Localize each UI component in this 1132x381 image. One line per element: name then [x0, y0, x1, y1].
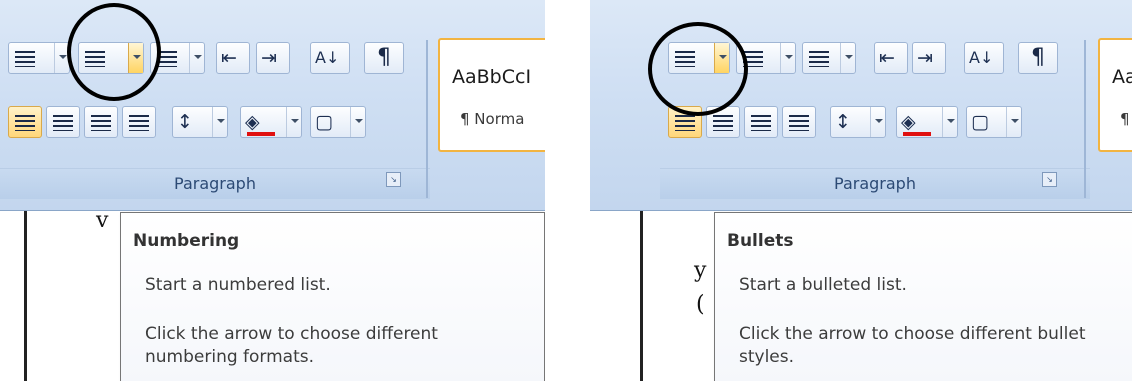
chevron-down-icon — [1011, 119, 1019, 123]
borders-button[interactable]: ▢ — [310, 106, 366, 138]
style-name: ¶ — [1120, 110, 1130, 128]
bullets-tooltip: Bullets Start a bulleted list. Click the… — [714, 212, 1132, 381]
left-screenshot: ⇤ ⇥ A↓ ¶ ↕ ◈ ▢ Paragraph ↘ AaBbCcI ¶ Nor… — [0, 0, 545, 381]
align-right-icon — [751, 115, 771, 131]
borders-button[interactable]: ▢ — [966, 106, 1022, 138]
chevron-down-icon — [59, 55, 67, 59]
increase-indent-button[interactable]: ⇥ — [256, 42, 290, 74]
decrease-indent-button[interactable]: ⇤ — [874, 42, 908, 74]
align-center-button[interactable] — [46, 106, 80, 138]
tooltip-detail: Click the arrow to choose different bull… — [739, 324, 1086, 367]
shading-icon: ◈ — [245, 111, 260, 133]
tooltip-title: Numbering — [133, 231, 240, 251]
highlight-circle — [67, 3, 161, 101]
dialog-launcher-icon[interactable]: ↘ — [1042, 172, 1057, 187]
style-name: ¶ Norma — [460, 110, 525, 128]
shading-button[interactable]: ◈ — [896, 106, 958, 138]
increase-indent-button[interactable]: ⇥ — [912, 42, 946, 74]
sort-button[interactable]: A↓ — [964, 42, 1004, 74]
tooltip-detail: Click the arrow to choose different numb… — [145, 324, 438, 367]
tooltip-title: Bullets — [727, 231, 794, 251]
line-spacing-button[interactable]: ↕ — [172, 106, 228, 138]
pilcrow-icon: ¶ — [377, 45, 391, 70]
align-left-icon — [15, 115, 35, 131]
justify-icon — [129, 115, 149, 131]
decrease-indent-icon: ⇤ — [879, 47, 895, 69]
align-left-icon — [675, 115, 695, 131]
line-spacing-icon: ↕ — [177, 111, 193, 133]
multilevel-list-button[interactable] — [802, 42, 856, 74]
align-left-button[interactable] — [8, 106, 42, 138]
decrease-indent-button[interactable]: ⇤ — [216, 42, 250, 74]
group-label-paragraph: Paragraph — [0, 168, 430, 199]
border-icon: ▢ — [971, 111, 989, 133]
bullets-button[interactable] — [8, 42, 70, 74]
group-divider — [426, 40, 428, 198]
chevron-down-icon — [194, 55, 202, 59]
tooltip-description: Start a bulleted list. — [739, 275, 907, 295]
style-sample-text: AaBbCcI — [452, 66, 532, 88]
align-right-button[interactable] — [84, 106, 118, 138]
highlight-circle — [648, 22, 748, 116]
styles-gallery-item[interactable]: Aa ¶ — [1098, 38, 1132, 152]
document-text-fragment: ( — [696, 292, 705, 317]
line-spacing-button[interactable]: ↕ — [830, 106, 886, 138]
increase-indent-icon: ⇥ — [261, 47, 277, 69]
chevron-down-icon — [217, 119, 225, 123]
page-edge — [640, 211, 643, 381]
page-edge — [24, 211, 27, 381]
chevron-down-icon — [355, 119, 363, 123]
styles-gallery-item[interactable]: AaBbCcI ¶ Norma — [438, 38, 545, 152]
align-center-icon — [53, 115, 73, 131]
style-sample-text: Aa — [1112, 66, 1132, 88]
chevron-down-icon — [845, 55, 853, 59]
sort-button[interactable]: A↓ — [310, 42, 350, 74]
chevron-down-icon — [785, 55, 793, 59]
dialog-launcher-icon[interactable]: ↘ — [386, 172, 401, 187]
right-screenshot: ⇤ ⇥ A↓ ¶ ↕ ◈ ▢ Paragraph ↘ Aa ¶ y (Bull… — [590, 0, 1132, 381]
align-right-button[interactable] — [744, 106, 778, 138]
show-hide-button[interactable]: ¶ — [364, 42, 404, 74]
align-right-icon — [91, 115, 111, 131]
decrease-indent-icon: ⇤ — [221, 47, 237, 69]
multilevel-list-icon — [809, 51, 829, 67]
chevron-down-icon — [947, 119, 955, 123]
pilcrow-icon: ¶ — [1031, 45, 1045, 70]
chevron-down-icon — [291, 119, 299, 123]
document-text-fragment: y — [694, 258, 707, 283]
shading-color-bar — [247, 132, 275, 136]
group-label-paragraph: Paragraph — [660, 168, 1090, 199]
align-center-icon — [713, 115, 733, 131]
tooltip-description: Start a numbered list. — [145, 275, 331, 295]
bullets-icon — [15, 51, 35, 67]
shading-icon: ◈ — [901, 111, 916, 133]
justify-icon — [789, 115, 809, 131]
sort-icon: A↓ — [969, 48, 994, 67]
shading-color-bar — [903, 132, 931, 136]
justify-button[interactable] — [122, 106, 156, 138]
show-hide-button[interactable]: ¶ — [1018, 42, 1058, 74]
sort-icon: A↓ — [315, 48, 340, 67]
shading-button[interactable]: ◈ — [240, 106, 302, 138]
justify-button[interactable] — [782, 106, 816, 138]
chevron-down-icon — [875, 119, 883, 123]
increase-indent-icon: ⇥ — [917, 47, 933, 69]
line-spacing-icon: ↕ — [835, 111, 851, 133]
document-text-fragment: v — [96, 208, 109, 233]
border-icon: ▢ — [315, 111, 333, 133]
group-divider — [1084, 40, 1086, 198]
numbering-tooltip: Numbering Start a numbered list. Click t… — [120, 212, 545, 381]
